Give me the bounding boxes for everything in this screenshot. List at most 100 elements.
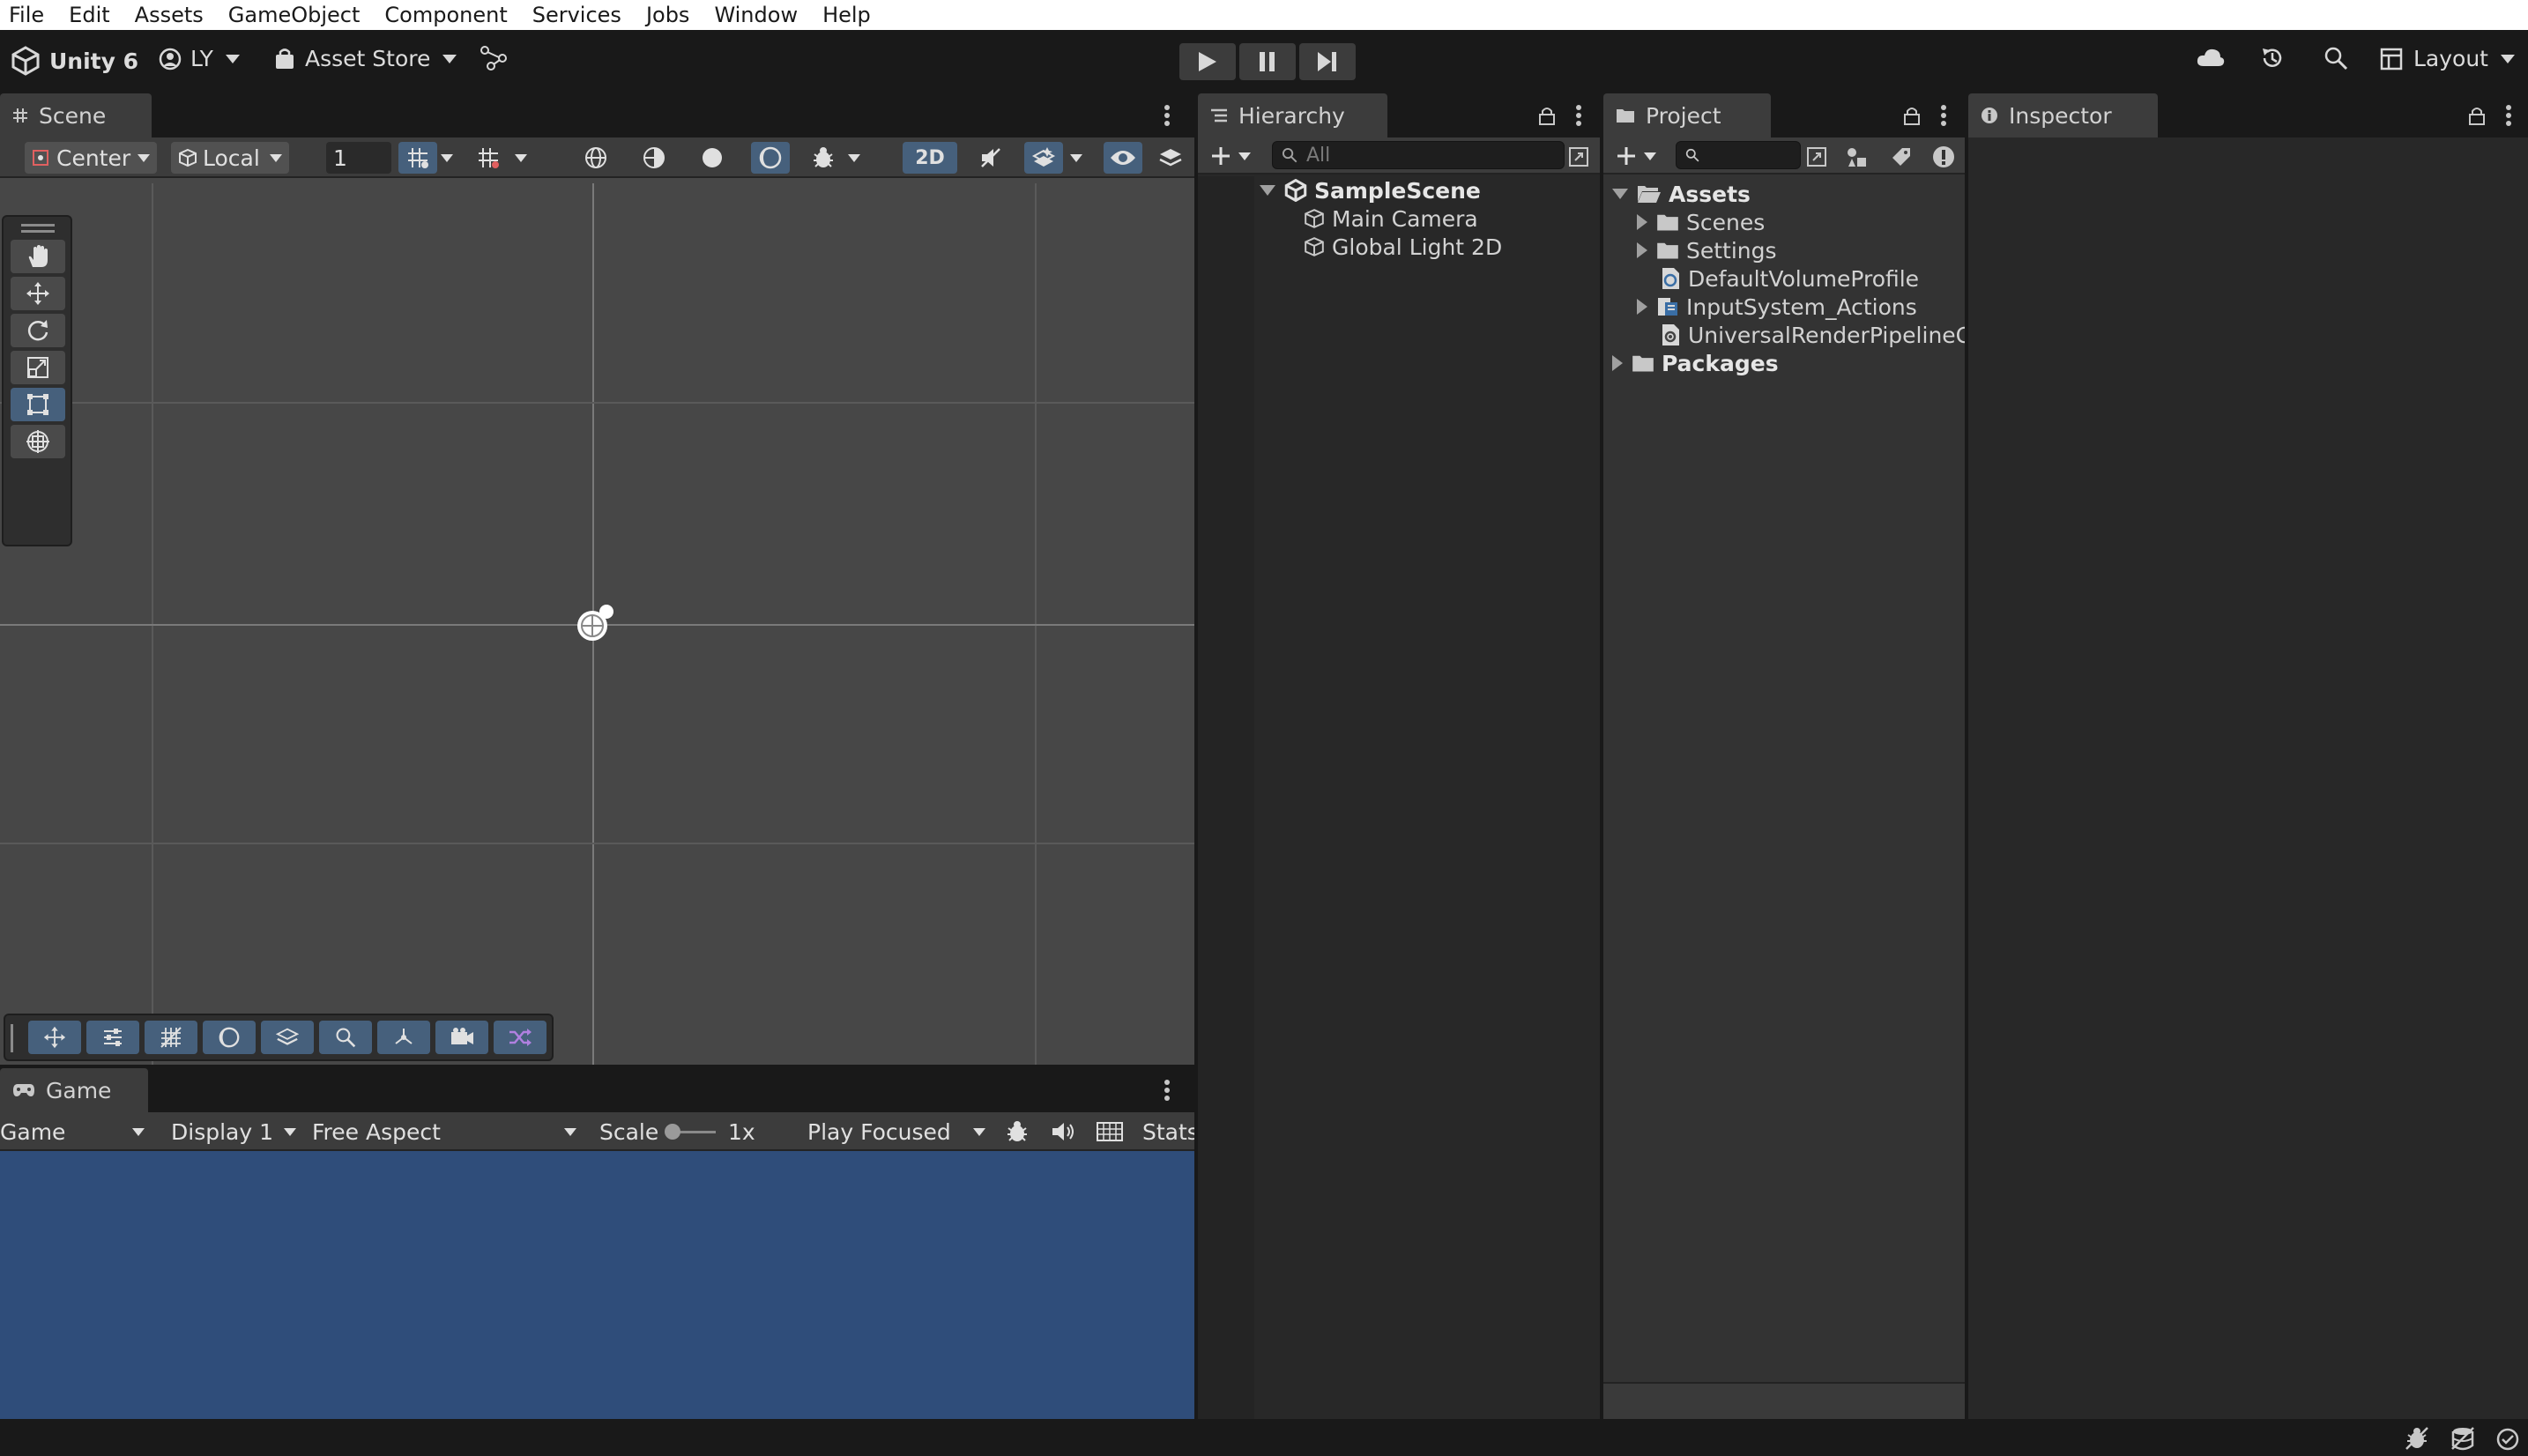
- tree-asset-defaultvolumeprofile[interactable]: DefaultVolumeProfile: [1660, 264, 1919, 293]
- menu-file[interactable]: File: [9, 3, 44, 27]
- tree-folder-assets[interactable]: Assets: [1612, 180, 1751, 208]
- expand-arrow-icon[interactable]: [1612, 189, 1628, 199]
- scale-tool-button[interactable]: [11, 351, 65, 384]
- shaded-wireframe-toggle[interactable]: [635, 142, 673, 174]
- lock-icon[interactable]: [2469, 106, 2485, 125]
- menu-edit[interactable]: Edit: [69, 3, 109, 27]
- tree-folder-packages[interactable]: Packages: [1612, 349, 1779, 377]
- project-create-dropdown[interactable]: [1616, 140, 1656, 172]
- grid-size-field[interactable]: 1: [326, 142, 391, 174]
- overlay-search-button[interactable]: [319, 1021, 372, 1054]
- display-dropdown[interactable]: Display 1: [171, 1116, 303, 1148]
- tree-asset-inputsystem-actions[interactable]: InputSystem_Actions: [1637, 293, 1917, 321]
- menu-gameobject[interactable]: GameObject: [228, 3, 361, 27]
- project-search-window-button[interactable]: [1806, 141, 1827, 173]
- account-dropdown[interactable]: LY: [159, 46, 240, 71]
- step-button[interactable]: [1299, 43, 1356, 80]
- game-gizmos-toggle[interactable]: [1097, 1116, 1123, 1148]
- hierarchy-search-options[interactable]: [1568, 141, 1589, 173]
- overlay-lighting-button[interactable]: [203, 1021, 256, 1054]
- overlay-grip[interactable]: [11, 1024, 13, 1052]
- play-button[interactable]: [1179, 43, 1236, 80]
- collapse-arrow-icon[interactable]: [1637, 299, 1647, 315]
- expand-arrow-icon[interactable]: [1260, 185, 1275, 196]
- tab-game[interactable]: Game: [0, 1068, 148, 1112]
- debug-options[interactable]: [848, 142, 860, 174]
- grid-snap-toggle[interactable]: [398, 142, 437, 174]
- lock-icon[interactable]: [1539, 106, 1555, 125]
- pivot-mode-dropdown[interactable]: Center: [25, 142, 157, 174]
- aspect-dropdown[interactable]: Free Aspect: [312, 1116, 585, 1148]
- hand-tool-button[interactable]: [11, 240, 65, 273]
- scale-slider-thumb[interactable]: [665, 1124, 680, 1140]
- cache-server-icon[interactable]: [2450, 1426, 2475, 1451]
- menu-assets[interactable]: Assets: [135, 3, 204, 27]
- grid-snap-options[interactable]: [441, 142, 453, 174]
- tree-item-main-camera[interactable]: Main Camera: [1304, 204, 1478, 233]
- search-button[interactable]: [2324, 46, 2348, 71]
- scene-viewport[interactable]: [0, 183, 1194, 1065]
- rect-tool-button[interactable]: [11, 388, 65, 421]
- effects-options[interactable]: [1070, 142, 1082, 174]
- rotate-tool-button[interactable]: [11, 314, 65, 347]
- game-view-dropdown[interactable]: Game: [0, 1116, 155, 1148]
- tree-item-global-light-2d[interactable]: Global Light 2D: [1304, 233, 1502, 261]
- wireframe-toggle[interactable]: [576, 142, 615, 174]
- overlay-shuffle-button[interactable]: [494, 1021, 546, 1054]
- log-filter-button[interactable]: [1931, 141, 1956, 173]
- pivot-space-dropdown[interactable]: Local: [171, 142, 289, 174]
- collapse-arrow-icon[interactable]: [1637, 242, 1647, 258]
- overlay-grid-button[interactable]: [145, 1021, 197, 1054]
- overlay-grip[interactable]: [21, 224, 55, 227]
- lit-toggle[interactable]: [751, 142, 790, 174]
- bug-icon[interactable]: [2405, 1426, 2429, 1451]
- audio-toggle[interactable]: [971, 142, 1010, 174]
- unity-product-button[interactable]: Unity 6: [11, 46, 138, 76]
- menu-jobs[interactable]: Jobs: [646, 3, 690, 27]
- tree-folder-scenes[interactable]: Scenes: [1637, 208, 1765, 236]
- tree-item-samplescene[interactable]: SampleScene: [1260, 176, 1899, 204]
- menu-window[interactable]: Window: [714, 3, 798, 27]
- more-options-icon[interactable]: [1940, 104, 1947, 127]
- stats-toggle[interactable]: Stats: [1142, 1116, 1199, 1148]
- hierarchy-search-field[interactable]: All: [1272, 141, 1565, 169]
- more-options-icon[interactable]: [1164, 104, 1171, 127]
- collapse-arrow-icon[interactable]: [1612, 355, 1623, 371]
- play-mode-dropdown[interactable]: Play Focused: [807, 1116, 993, 1148]
- tab-scene[interactable]: Scene: [0, 93, 152, 137]
- cloud-button[interactable]: [2197, 48, 2225, 67]
- history-button[interactable]: [2260, 46, 2285, 71]
- search-by-label-button[interactable]: [1891, 141, 1912, 173]
- scale-slider[interactable]: Scale 1x: [599, 1116, 784, 1148]
- increment-snap-toggle[interactable]: [469, 142, 508, 174]
- overlay-pivot-button[interactable]: [377, 1021, 430, 1054]
- light-gizmo-icon[interactable]: [573, 601, 617, 645]
- collapse-arrow-icon[interactable]: [1637, 214, 1647, 230]
- more-options-icon[interactable]: [1164, 1079, 1171, 1102]
- debug-toggle[interactable]: [804, 142, 843, 174]
- tab-hierarchy[interactable]: Hierarchy: [1198, 93, 1387, 137]
- scene-visibility-toggle[interactable]: [1104, 142, 1142, 174]
- create-dropdown[interactable]: [1210, 140, 1251, 172]
- transform-tool-button[interactable]: [11, 425, 65, 458]
- game-viewport[interactable]: [0, 1151, 1194, 1419]
- game-debug-toggle[interactable]: [1005, 1116, 1030, 1148]
- effects-toggle[interactable]: [1024, 142, 1063, 174]
- menu-component[interactable]: Component: [384, 3, 507, 27]
- overlay-layers-button[interactable]: [261, 1021, 314, 1054]
- overlay-grip[interactable]: [21, 230, 55, 233]
- more-options-icon[interactable]: [1575, 104, 1582, 127]
- increment-snap-options[interactable]: [515, 142, 527, 174]
- search-by-type-button[interactable]: [1845, 141, 1868, 173]
- overlay-camera-button[interactable]: [435, 1021, 488, 1054]
- asset-store-dropdown[interactable]: Asset Store: [273, 46, 457, 71]
- pause-button[interactable]: [1239, 43, 1296, 80]
- move-tool-button[interactable]: [11, 277, 65, 310]
- version-control-button[interactable]: [480, 46, 507, 71]
- game-audio-toggle[interactable]: [1051, 1116, 1075, 1148]
- more-options-icon[interactable]: [2505, 104, 2512, 127]
- menu-help[interactable]: Help: [822, 3, 871, 27]
- tab-project[interactable]: Project: [1603, 93, 1771, 137]
- shaded-toggle[interactable]: [693, 142, 732, 174]
- scene-layers-button[interactable]: [1153, 142, 1188, 174]
